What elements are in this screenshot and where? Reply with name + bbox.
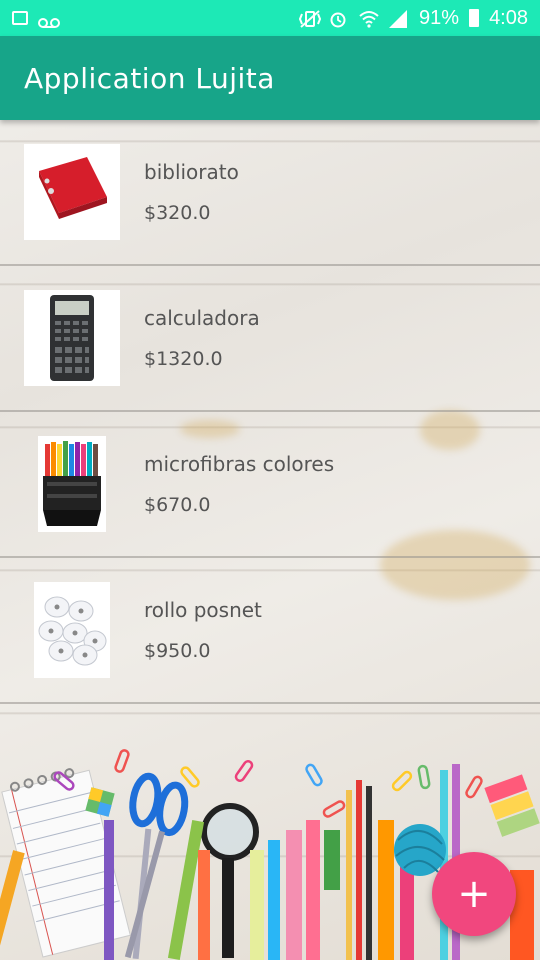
- list-item[interactable]: microfibras colores $670.0: [0, 412, 540, 558]
- product-price: $670.0: [144, 494, 211, 516]
- clock: 4:08: [489, 6, 528, 29]
- binder-image: [24, 144, 120, 240]
- status-bar: 91% 4:08: [0, 0, 540, 36]
- product-name: calculadora: [144, 306, 260, 330]
- list-item[interactable]: bibliorato $320.0: [0, 120, 540, 266]
- add-product-button[interactable]: +: [432, 852, 516, 936]
- paper-rolls-image: [34, 582, 110, 678]
- markers-image: [38, 436, 106, 532]
- product-list[interactable]: bibliorato $320.0 calculadora $1320.0 mi…: [0, 120, 540, 704]
- battery-icon: [469, 9, 480, 27]
- battery-percentage: 91%: [419, 6, 460, 29]
- product-name: microfibras colores: [144, 452, 335, 476]
- product-price: $1320.0: [144, 348, 223, 370]
- vibrate-icon: [298, 10, 322, 28]
- product-price: $950.0: [144, 640, 211, 662]
- alarm-icon: [329, 10, 349, 28]
- product-name: bibliorato: [144, 160, 239, 184]
- product-price: $320.0: [144, 202, 211, 224]
- app-bar: Application Lujita: [0, 36, 540, 120]
- image-icon: [12, 11, 28, 25]
- product-name: rollo posnet: [144, 598, 262, 622]
- list-item[interactable]: rollo posnet $950.0: [0, 558, 540, 704]
- plus-icon: +: [457, 871, 491, 917]
- voicemail-icon: [38, 12, 60, 28]
- wifi-icon: [359, 10, 379, 28]
- app-title: Application Lujita: [24, 61, 275, 95]
- calculator-image: [24, 290, 120, 386]
- signal-icon: [389, 10, 409, 28]
- list-item[interactable]: calculadora $1320.0: [0, 266, 540, 412]
